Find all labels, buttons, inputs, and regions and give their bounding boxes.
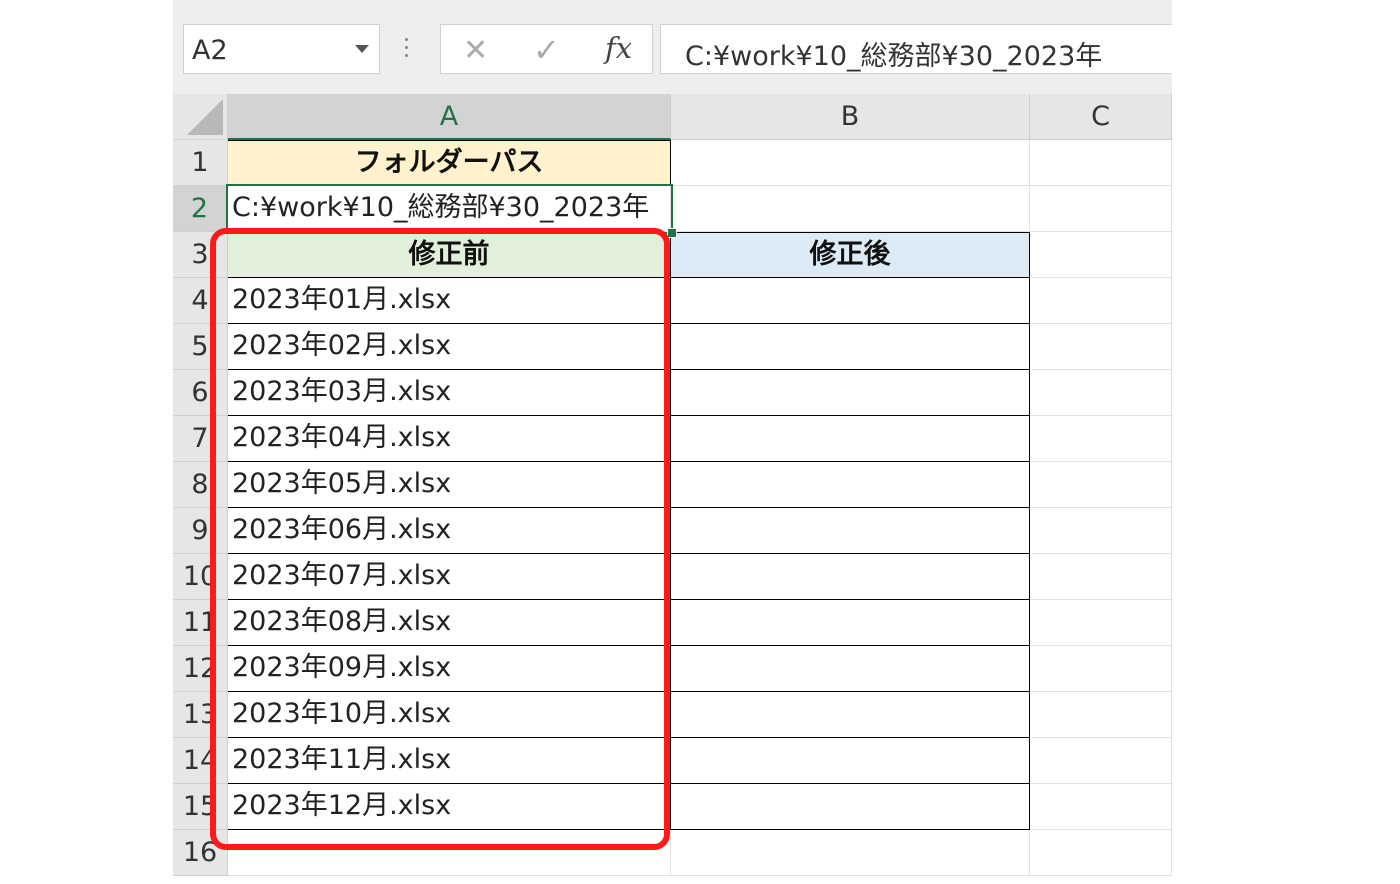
cell-text: 2023年10月.xlsx — [232, 698, 452, 729]
cell-a11[interactable]: 2023年08月.xlsx — [228, 600, 671, 646]
cell-c16[interactable] — [1030, 830, 1172, 876]
cell-b8[interactable] — [671, 462, 1030, 508]
select-all-corner[interactable] — [173, 94, 228, 140]
cell-b6[interactable] — [671, 370, 1030, 416]
cell-b15[interactable] — [671, 784, 1030, 830]
cell-text: 2023年11月.xlsx — [232, 744, 452, 775]
cell-c4[interactable] — [1030, 278, 1172, 324]
cell-c11[interactable] — [1030, 600, 1172, 646]
cell-a12[interactable]: 2023年09月.xlsx — [228, 646, 671, 692]
cell-a9[interactable]: 2023年06月.xlsx — [228, 508, 671, 554]
cell-c1[interactable] — [1030, 140, 1172, 186]
row-header-15[interactable]: 15 — [173, 784, 228, 830]
cell-b7[interactable] — [671, 416, 1030, 462]
cell-b12[interactable] — [671, 646, 1030, 692]
row-header-11[interactable]: 11 — [173, 600, 228, 646]
cell-text: 2023年03月.xlsx — [232, 376, 452, 407]
cell-text: 2023年06月.xlsx — [232, 514, 452, 545]
row-header-13[interactable]: 13 — [173, 692, 228, 738]
cell-a7[interactable]: 2023年04月.xlsx — [228, 416, 671, 462]
cell-c2[interactable] — [1030, 186, 1172, 232]
cancel-icon[interactable]: ✕ — [463, 33, 488, 68]
cell-a10[interactable]: 2023年07月.xlsx — [228, 554, 671, 600]
excel-window: A2 ✕ ✓ fx C:¥work¥10_総務部¥30_2023年 A B C 1 フォ… — [173, 0, 1172, 884]
row-header-10[interactable]: 10 — [173, 554, 228, 600]
column-header-c[interactable]: C — [1030, 94, 1172, 140]
cell-b5[interactable] — [671, 324, 1030, 370]
row-header-16[interactable]: 16 — [173, 830, 228, 876]
cell-text: 2023年09月.xlsx — [232, 652, 452, 683]
cell-a15[interactable]: 2023年12月.xlsx — [228, 784, 671, 830]
cell-c5[interactable] — [1030, 324, 1172, 370]
cell-c13[interactable] — [1030, 692, 1172, 738]
name-box-value: A2 — [192, 35, 228, 66]
row-header-3[interactable]: 3 — [173, 232, 228, 278]
cell-a6[interactable]: 2023年03月.xlsx — [228, 370, 671, 416]
formula-bar-area: A2 ✕ ✓ fx C:¥work¥10_総務部¥30_2023年 — [173, 0, 1172, 94]
cell-text: 2023年08月.xlsx — [232, 606, 452, 637]
row-header-14[interactable]: 14 — [173, 738, 228, 784]
cell-text: 2023年04月.xlsx — [232, 422, 452, 453]
column-header-a[interactable]: A — [228, 94, 671, 140]
cell-b14[interactable] — [671, 738, 1030, 784]
cell-a1[interactable]: フォルダーパス — [228, 140, 671, 186]
cell-c15[interactable] — [1030, 784, 1172, 830]
cell-c6[interactable] — [1030, 370, 1172, 416]
cell-a16[interactable] — [228, 830, 671, 876]
cell-text: フォルダーパス — [354, 147, 544, 178]
cell-a3[interactable]: 修正前 — [228, 232, 671, 278]
cell-b16[interactable] — [671, 830, 1030, 876]
fill-handle[interactable] — [667, 228, 677, 238]
cell-a2[interactable]: C:¥work¥10_総務部¥30_2023年 — [228, 186, 671, 232]
formula-value: C:¥work¥10_総務部¥30_2023年 — [685, 41, 1103, 72]
cell-a8[interactable]: 2023年05月.xlsx — [228, 462, 671, 508]
row-header-8[interactable]: 8 — [173, 462, 228, 508]
formula-input[interactable]: C:¥work¥10_総務部¥30_2023年 — [660, 24, 1172, 74]
cell-c10[interactable] — [1030, 554, 1172, 600]
row-header-6[interactable]: 6 — [173, 370, 228, 416]
cell-b3[interactable]: 修正後 — [671, 232, 1030, 278]
cell-b4[interactable] — [671, 278, 1030, 324]
cell-b11[interactable] — [671, 600, 1030, 646]
spreadsheet-grid: A B C 1 フォルダーパス 2 C:¥work¥10_総務部¥30_2023年 3 修正前 修… — [173, 94, 1172, 884]
row-header-2[interactable]: 2 — [173, 186, 228, 232]
row-header-9[interactable]: 9 — [173, 508, 228, 554]
grip-icon[interactable] — [405, 38, 409, 62]
cell-b2[interactable] — [671, 186, 1030, 232]
cell-b1[interactable] — [671, 140, 1030, 186]
chevron-down-icon[interactable] — [355, 45, 369, 53]
cell-text: C:¥work¥10_総務部¥30_2023年 — [232, 192, 650, 223]
cell-b10[interactable] — [671, 554, 1030, 600]
cell-text: 修正前 — [408, 239, 490, 270]
cell-c9[interactable] — [1030, 508, 1172, 554]
cell-c8[interactable] — [1030, 462, 1172, 508]
cell-text: 2023年12月.xlsx — [232, 790, 452, 821]
cell-c14[interactable] — [1030, 738, 1172, 784]
cell-a13[interactable]: 2023年10月.xlsx — [228, 692, 671, 738]
cell-text: 2023年02月.xlsx — [232, 330, 452, 361]
cell-a14[interactable]: 2023年11月.xlsx — [228, 738, 671, 784]
column-header-b[interactable]: B — [671, 94, 1030, 140]
cell-c3[interactable] — [1030, 232, 1172, 278]
row-header-1[interactable]: 1 — [173, 140, 228, 186]
cell-text: 修正後 — [809, 239, 891, 270]
insert-function-icon[interactable]: fx — [605, 31, 632, 65]
cell-c12[interactable] — [1030, 646, 1172, 692]
cell-a4[interactable]: 2023年01月.xlsx — [228, 278, 671, 324]
formula-buttons: ✕ ✓ fx — [440, 24, 653, 74]
row-header-12[interactable]: 12 — [173, 646, 228, 692]
cell-a5[interactable]: 2023年02月.xlsx — [228, 324, 671, 370]
row-header-4[interactable]: 4 — [173, 278, 228, 324]
cell-b13[interactable] — [671, 692, 1030, 738]
enter-icon[interactable]: ✓ — [533, 31, 560, 69]
row-header-7[interactable]: 7 — [173, 416, 228, 462]
cell-text: 2023年07月.xlsx — [232, 560, 452, 591]
name-box[interactable]: A2 — [183, 24, 380, 74]
row-header-5[interactable]: 5 — [173, 324, 228, 370]
cell-c7[interactable] — [1030, 416, 1172, 462]
cell-text: 2023年01月.xlsx — [232, 284, 452, 315]
cell-b9[interactable] — [671, 508, 1030, 554]
cell-text: 2023年05月.xlsx — [232, 468, 452, 499]
